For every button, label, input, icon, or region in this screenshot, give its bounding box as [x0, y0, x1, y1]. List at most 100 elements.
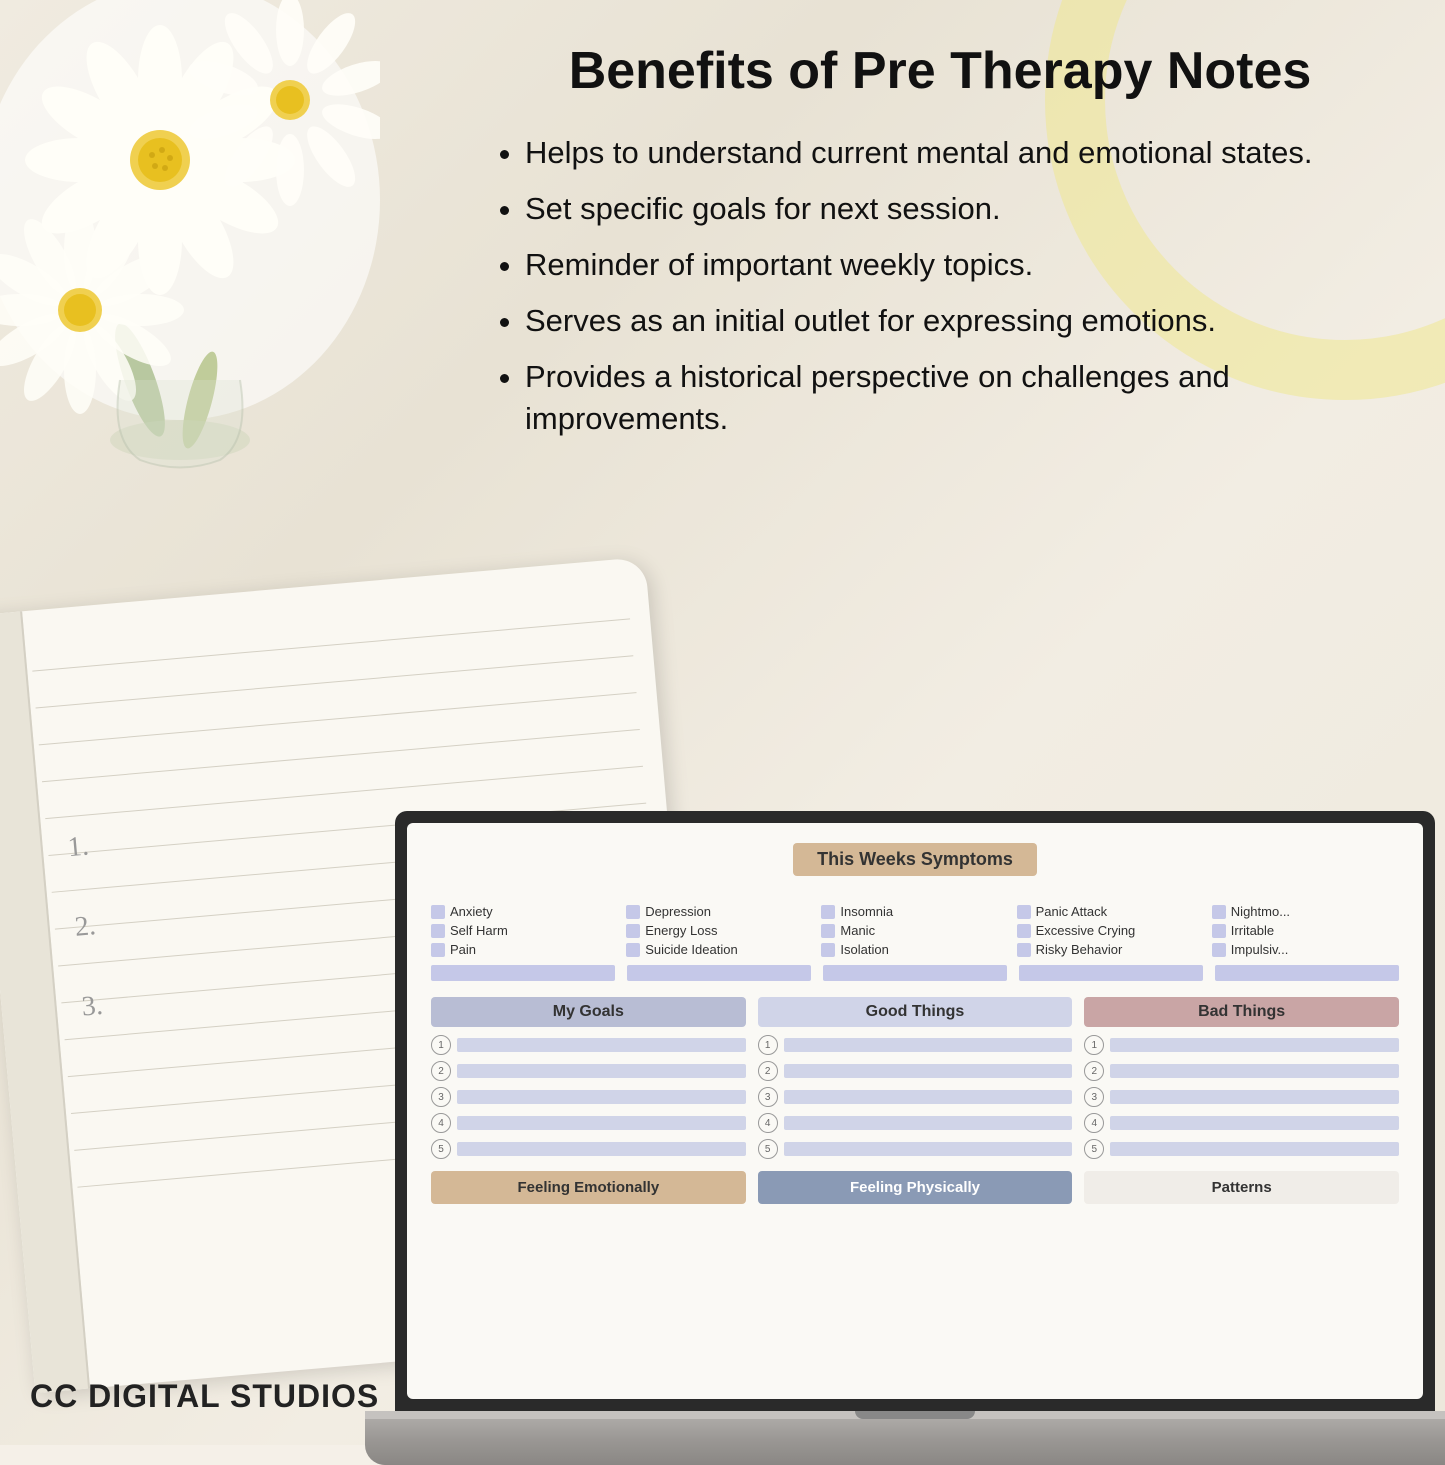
bad-circle-3: 3 [1084, 1087, 1104, 1107]
laptop-base [365, 1415, 1445, 1465]
good-header: Good Things [758, 997, 1073, 1027]
goal-line-3 [457, 1090, 746, 1104]
checkbox-nightmare[interactable] [1212, 905, 1226, 919]
bad-circle-5: 5 [1084, 1139, 1104, 1159]
flowers-svg [0, 0, 380, 480]
symptom-energy: Energy Loss [626, 923, 813, 938]
page-title: Benefits of Pre Therapy Notes [485, 40, 1395, 102]
good-circle-4: 4 [758, 1113, 778, 1133]
symptom-depression: Depression [626, 904, 813, 919]
checkbox-manic[interactable] [821, 924, 835, 938]
symptoms-header: This Weeks Symptoms [793, 843, 1037, 876]
bad-line-2 [1110, 1064, 1399, 1078]
goal-item-4: 4 [431, 1113, 746, 1133]
checkbox-pain[interactable] [431, 943, 445, 957]
good-line-4 [784, 1116, 1073, 1130]
good-circle-1: 1 [758, 1035, 778, 1055]
bad-item-1: 1 [1084, 1035, 1399, 1055]
symptom-isolation: Isolation [821, 942, 1008, 957]
checkbox-risky[interactable] [1017, 943, 1031, 957]
circle-5: 5 [431, 1139, 451, 1159]
main-content: Benefits of Pre Therapy Notes Helps to u… [445, 0, 1445, 1445]
bad-item-4: 4 [1084, 1113, 1399, 1133]
bad-item-2: 2 [1084, 1061, 1399, 1081]
extra-box-1 [431, 965, 615, 981]
bad-circle-2: 2 [1084, 1061, 1104, 1081]
bad-line-4 [1110, 1116, 1399, 1130]
symptom-insomnia: Insomnia [821, 904, 1008, 919]
goal-line-2 [457, 1064, 746, 1078]
good-line-3 [784, 1090, 1073, 1104]
checkbox-depression[interactable] [626, 905, 640, 919]
good-circle-3: 3 [758, 1087, 778, 1107]
checkbox-anxiety[interactable] [431, 905, 445, 919]
goal-line-5 [457, 1142, 746, 1156]
goal-item-5: 5 [431, 1139, 746, 1159]
checkbox-energy[interactable] [626, 924, 640, 938]
extra-box-3 [823, 965, 1007, 981]
three-columns: My Goals 1 2 [431, 997, 1399, 1159]
good-item-5: 5 [758, 1139, 1073, 1159]
good-item-4: 4 [758, 1113, 1073, 1133]
extra-box-4 [1019, 965, 1203, 981]
bad-circle-1: 1 [1084, 1035, 1104, 1055]
feeling-physically-header: Feeling Physically [758, 1171, 1073, 1204]
benefit-item-2: Set specific goals for next session. [525, 188, 1395, 230]
bad-line-5 [1110, 1142, 1399, 1156]
benefit-item-5: Provides a historical perspective on cha… [525, 356, 1395, 440]
goal-item-3: 3 [431, 1087, 746, 1107]
good-item-1: 1 [758, 1035, 1073, 1055]
flowers-decoration [0, 0, 380, 480]
goal-line-4 [457, 1116, 746, 1130]
laptop-notch [855, 1411, 975, 1419]
good-line-5 [784, 1142, 1073, 1156]
screen-content: This Weeks Symptoms Anxiety Depression [407, 823, 1423, 1224]
good-column: Good Things 1 2 [758, 997, 1073, 1159]
benefit-item-1: Helps to understand current mental and e… [525, 132, 1395, 174]
checkbox-impulsive[interactable] [1212, 943, 1226, 957]
good-item-3: 3 [758, 1087, 1073, 1107]
symptom-crying: Excessive Crying [1017, 923, 1204, 938]
symptoms-grid: Anxiety Depression Insomnia Panic A [431, 904, 1399, 957]
circle-2: 2 [431, 1061, 451, 1081]
laptop-screen: This Weeks Symptoms Anxiety Depression [407, 823, 1423, 1399]
benefit-item-3: Reminder of important weekly topics. [525, 244, 1395, 286]
bad-circle-4: 4 [1084, 1113, 1104, 1133]
checkbox-panic[interactable] [1017, 905, 1031, 919]
symptom-suicide: Suicide Ideation [626, 942, 813, 957]
good-line-1 [784, 1038, 1073, 1052]
good-circle-2: 2 [758, 1061, 778, 1081]
bad-header: Bad Things [1084, 997, 1399, 1027]
symptoms-header-row: This Weeks Symptoms [431, 843, 1399, 892]
checkbox-suicide[interactable] [626, 943, 640, 957]
bad-line-3 [1110, 1090, 1399, 1104]
checkbox-isolation[interactable] [821, 943, 835, 957]
symptom-selfharm: Self Harm [431, 923, 618, 938]
checkbox-crying[interactable] [1017, 924, 1031, 938]
symptom-irritable: Irritable [1212, 923, 1399, 938]
checkbox-selfharm[interactable] [431, 924, 445, 938]
good-circle-5: 5 [758, 1139, 778, 1159]
symptom-anxiety: Anxiety [431, 904, 618, 919]
patterns-header: Patterns [1084, 1171, 1399, 1204]
symptom-panic: Panic Attack [1017, 904, 1204, 919]
checkbox-insomnia[interactable] [821, 905, 835, 919]
bad-line-1 [1110, 1038, 1399, 1052]
goal-item-1: 1 [431, 1035, 746, 1055]
goals-column: My Goals 1 2 [431, 997, 746, 1159]
goal-item-2: 2 [431, 1061, 746, 1081]
circle-4: 4 [431, 1113, 451, 1133]
good-items: 1 2 3 [758, 1035, 1073, 1159]
bad-item-3: 3 [1084, 1087, 1399, 1107]
goals-items: 1 2 3 [431, 1035, 746, 1159]
symptom-impulsive: Impulsiv... [1212, 942, 1399, 957]
extra-box-5 [1215, 965, 1399, 981]
symptom-pain: Pain [431, 942, 618, 957]
extra-box-2 [627, 965, 811, 981]
benefits-list: Helps to understand current mental and e… [525, 132, 1395, 439]
checkbox-irritable[interactable] [1212, 924, 1226, 938]
symptom-risky: Risky Behavior [1017, 942, 1204, 957]
bad-items: 1 2 3 [1084, 1035, 1399, 1159]
circle-3: 3 [431, 1087, 451, 1107]
symptom-manic: Manic [821, 923, 1008, 938]
